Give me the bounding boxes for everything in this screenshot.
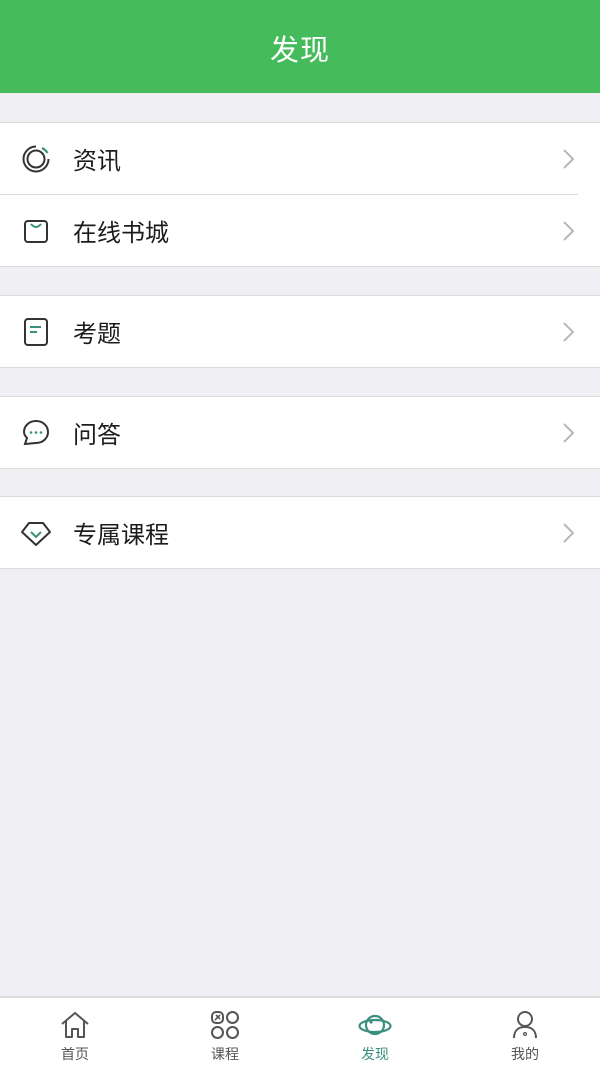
page-title: 发现	[269, 32, 330, 67]
chevron-right-icon	[563, 220, 575, 241]
menu-group-news-bookstore: 资讯 在线书城	[0, 122, 600, 267]
chevron-right-icon	[563, 148, 575, 169]
menu-item-label: 专属课程	[73, 520, 169, 549]
news-ring-icon	[22, 145, 50, 172]
top-nav-bar: 发现	[0, 0, 600, 93]
menu-item-label: 考题	[73, 319, 121, 348]
planet-icon	[358, 1014, 392, 1036]
menu-item-qa[interactable]: 问答	[0, 397, 600, 468]
tab-label: 我的	[511, 1047, 539, 1063]
home-icon	[61, 1012, 89, 1038]
chevron-right-icon	[563, 522, 575, 543]
menu-item-exclusive-course[interactable]: 专属课程	[0, 497, 600, 568]
shopping-bag-icon	[24, 219, 48, 243]
chevron-right-icon	[563, 422, 575, 443]
menu-item-label: 在线书城	[73, 218, 169, 247]
tab-label: 发现	[361, 1047, 389, 1063]
tab-label: 课程	[211, 1047, 239, 1063]
menu-item-news[interactable]: 资讯	[0, 123, 600, 194]
chat-bubble-icon	[22, 419, 50, 445]
menu-item-bookstore[interactable]: 在线书城	[0, 195, 600, 266]
exam-paper-icon	[24, 317, 48, 346]
diamond-icon	[21, 521, 51, 546]
user-icon	[513, 1011, 537, 1039]
menu-item-exam[interactable]: 考题	[0, 296, 600, 367]
menu-item-label: 资讯	[73, 146, 121, 175]
tab-course[interactable]: 课程	[150, 998, 300, 1067]
bottom-tab-bar: 首页 课程 发现 我的	[0, 996, 600, 1067]
menu-group-exam: 考题	[0, 295, 600, 368]
tab-discover[interactable]: 发现	[300, 998, 450, 1067]
menu-item-label: 问答	[73, 420, 121, 449]
tab-mine[interactable]: 我的	[450, 998, 600, 1067]
chevron-right-icon	[563, 321, 575, 342]
tab-home[interactable]: 首页	[0, 998, 150, 1067]
tab-label: 首页	[61, 1047, 89, 1063]
menu-group-qa: 问答	[0, 396, 600, 469]
menu-group-exclusive-course: 专属课程	[0, 496, 600, 569]
course-grid-icon	[211, 1011, 239, 1039]
